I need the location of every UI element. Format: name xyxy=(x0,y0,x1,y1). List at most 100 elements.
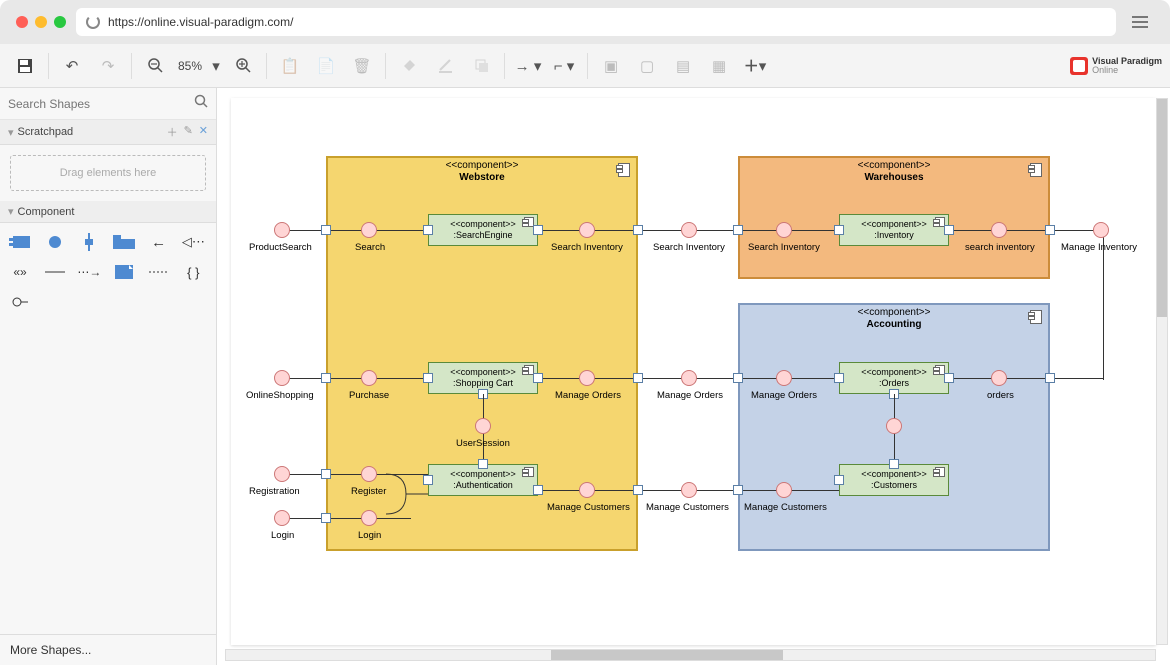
if-registration[interactable] xyxy=(274,466,290,482)
if-ord-cust[interactable] xyxy=(886,418,902,434)
port-wh-l[interactable] xyxy=(733,225,743,235)
port-webstore-l1[interactable] xyxy=(321,225,331,235)
browser-menu-icon[interactable] xyxy=(1126,11,1154,33)
port-se-l[interactable] xyxy=(423,225,433,235)
distribute-button[interactable]: ▦ xyxy=(702,51,736,81)
connector-style-button[interactable]: ⌐ ▾ xyxy=(547,51,581,81)
shape-dashed-arrow-icon[interactable]: ⋯→ xyxy=(77,261,101,283)
component-panel-header[interactable]: ▾ Component xyxy=(0,201,216,223)
url-bar[interactable]: https://online.visual-paradigm.com/ xyxy=(76,8,1116,36)
shape-component-icon[interactable] xyxy=(8,231,32,253)
port-cust-l[interactable] xyxy=(834,475,844,485)
if-mc-acc[interactable] xyxy=(776,482,792,498)
shadow-button[interactable] xyxy=(464,51,498,81)
delete-button[interactable]: 🗑 xyxy=(345,51,379,81)
add-button[interactable]: ＋ ▾ xyxy=(738,51,772,81)
shape-dependency-icon[interactable]: ← xyxy=(147,231,171,253)
if-mo-acc[interactable] xyxy=(776,370,792,386)
maximize-window-icon[interactable] xyxy=(54,16,66,28)
port-sc-r[interactable] xyxy=(533,373,543,383)
fill-color-button[interactable] xyxy=(392,51,426,81)
shape-realization-icon[interactable]: ◁⋯ xyxy=(181,231,205,253)
port-webstore-r1[interactable] xyxy=(633,225,643,235)
if-si-ws[interactable] xyxy=(579,222,595,238)
if-mo-ws[interactable] xyxy=(579,370,595,386)
if-si-wh[interactable] xyxy=(776,222,792,238)
align-button[interactable]: ▤ xyxy=(666,51,700,81)
shape-note-icon[interactable] xyxy=(112,261,136,283)
to-front-button[interactable]: ▣ xyxy=(594,51,628,81)
search-icon[interactable] xyxy=(194,94,208,113)
zoom-in-button[interactable] xyxy=(226,51,260,81)
zoom-out-button[interactable] xyxy=(138,51,172,81)
horizontal-scrollbar[interactable] xyxy=(225,649,1156,661)
shape-association-icon[interactable] xyxy=(43,261,67,283)
comp-inventory[interactable]: <<component>> :Inventory xyxy=(839,214,949,246)
undo-button[interactable]: ↶ xyxy=(55,51,89,81)
zoom-level[interactable]: 85% xyxy=(174,59,206,73)
more-shapes-button[interactable]: More Shapes... xyxy=(0,634,216,665)
scratchpad-header[interactable]: ▾ Scratchpad ＋ ✎ ✕ xyxy=(0,120,216,145)
search-shapes-input[interactable] xyxy=(8,97,194,111)
canvas[interactable]: <<component>> Webstore <<component>> War… xyxy=(217,88,1170,665)
copy-button[interactable]: 📋 xyxy=(273,51,307,81)
redo-button[interactable]: ↷ xyxy=(91,51,125,81)
to-back-button[interactable]: ▢ xyxy=(630,51,664,81)
vertical-scrollbar[interactable] xyxy=(1156,98,1168,645)
shape-interface-icon[interactable] xyxy=(43,231,67,253)
port-inv-r[interactable] xyxy=(944,225,954,235)
comp-search-engine[interactable]: <<component>> :SearchEngine xyxy=(428,214,538,246)
port-webstore-l3[interactable] xyxy=(321,469,331,479)
if-login[interactable] xyxy=(274,510,290,526)
if-orders[interactable] xyxy=(991,370,1007,386)
if-user-session[interactable] xyxy=(475,418,491,434)
port-webstore-r2[interactable] xyxy=(633,373,643,383)
if-online-shopping[interactable] xyxy=(274,370,290,386)
if-mo-edge[interactable] xyxy=(681,370,697,386)
close-window-icon[interactable] xyxy=(16,16,28,28)
port-acc-r1[interactable] xyxy=(1045,373,1055,383)
port-auth-t[interactable] xyxy=(478,459,488,469)
shape-usage-icon[interactable]: «» xyxy=(8,261,32,283)
reload-icon[interactable] xyxy=(86,15,100,29)
if-register[interactable] xyxy=(361,466,377,482)
if-login2[interactable] xyxy=(361,510,377,526)
zoom-dropdown[interactable]: ▾ xyxy=(208,51,224,81)
shape-dashed-line-icon[interactable] xyxy=(147,261,171,283)
brand-logo[interactable]: Visual Paradigm Online xyxy=(1070,57,1162,75)
save-button[interactable] xyxy=(8,51,42,81)
port-inv-l[interactable] xyxy=(834,225,844,235)
port-ord-l[interactable] xyxy=(834,373,844,383)
port-webstore-r3[interactable] xyxy=(633,485,643,495)
shape-port-icon[interactable] xyxy=(77,231,101,253)
port-auth-r[interactable] xyxy=(533,485,543,495)
shape-package-icon[interactable] xyxy=(112,231,136,253)
port-webstore-l4[interactable] xyxy=(321,513,331,523)
if-mc-edge[interactable] xyxy=(681,482,697,498)
uml-component-diagram[interactable]: <<component>> Webstore <<component>> War… xyxy=(231,98,1156,645)
if-si-edge[interactable] xyxy=(681,222,697,238)
scratchpad-add-icon[interactable]: ＋ xyxy=(167,124,178,140)
port-acc-l2[interactable] xyxy=(733,485,743,495)
port-ord-r[interactable] xyxy=(944,373,954,383)
port-cust-t[interactable] xyxy=(889,459,899,469)
if-product-search[interactable] xyxy=(274,222,290,238)
if-manage-inv[interactable] xyxy=(1093,222,1109,238)
line-color-button[interactable] xyxy=(428,51,462,81)
if-search[interactable] xyxy=(361,222,377,238)
connector-arrow-button[interactable]: → ▾ xyxy=(511,51,545,81)
port-wh-r[interactable] xyxy=(1045,225,1055,235)
shape-constraint-icon[interactable]: { } xyxy=(181,261,205,283)
scratchpad-close-icon[interactable]: ✕ xyxy=(199,124,208,140)
if-si-inv[interactable] xyxy=(991,222,1007,238)
port-webstore-l2[interactable] xyxy=(321,373,331,383)
shape-lollipop-icon[interactable] xyxy=(8,291,32,313)
port-acc-l1[interactable] xyxy=(733,373,743,383)
port-se-r[interactable] xyxy=(533,225,543,235)
if-purchase[interactable] xyxy=(361,370,377,386)
minimize-window-icon[interactable] xyxy=(35,16,47,28)
port-auth-l[interactable] xyxy=(423,475,433,485)
port-sc-l[interactable] xyxy=(423,373,433,383)
if-mc-ws[interactable] xyxy=(579,482,595,498)
paste-button[interactable]: 📄 xyxy=(309,51,343,81)
